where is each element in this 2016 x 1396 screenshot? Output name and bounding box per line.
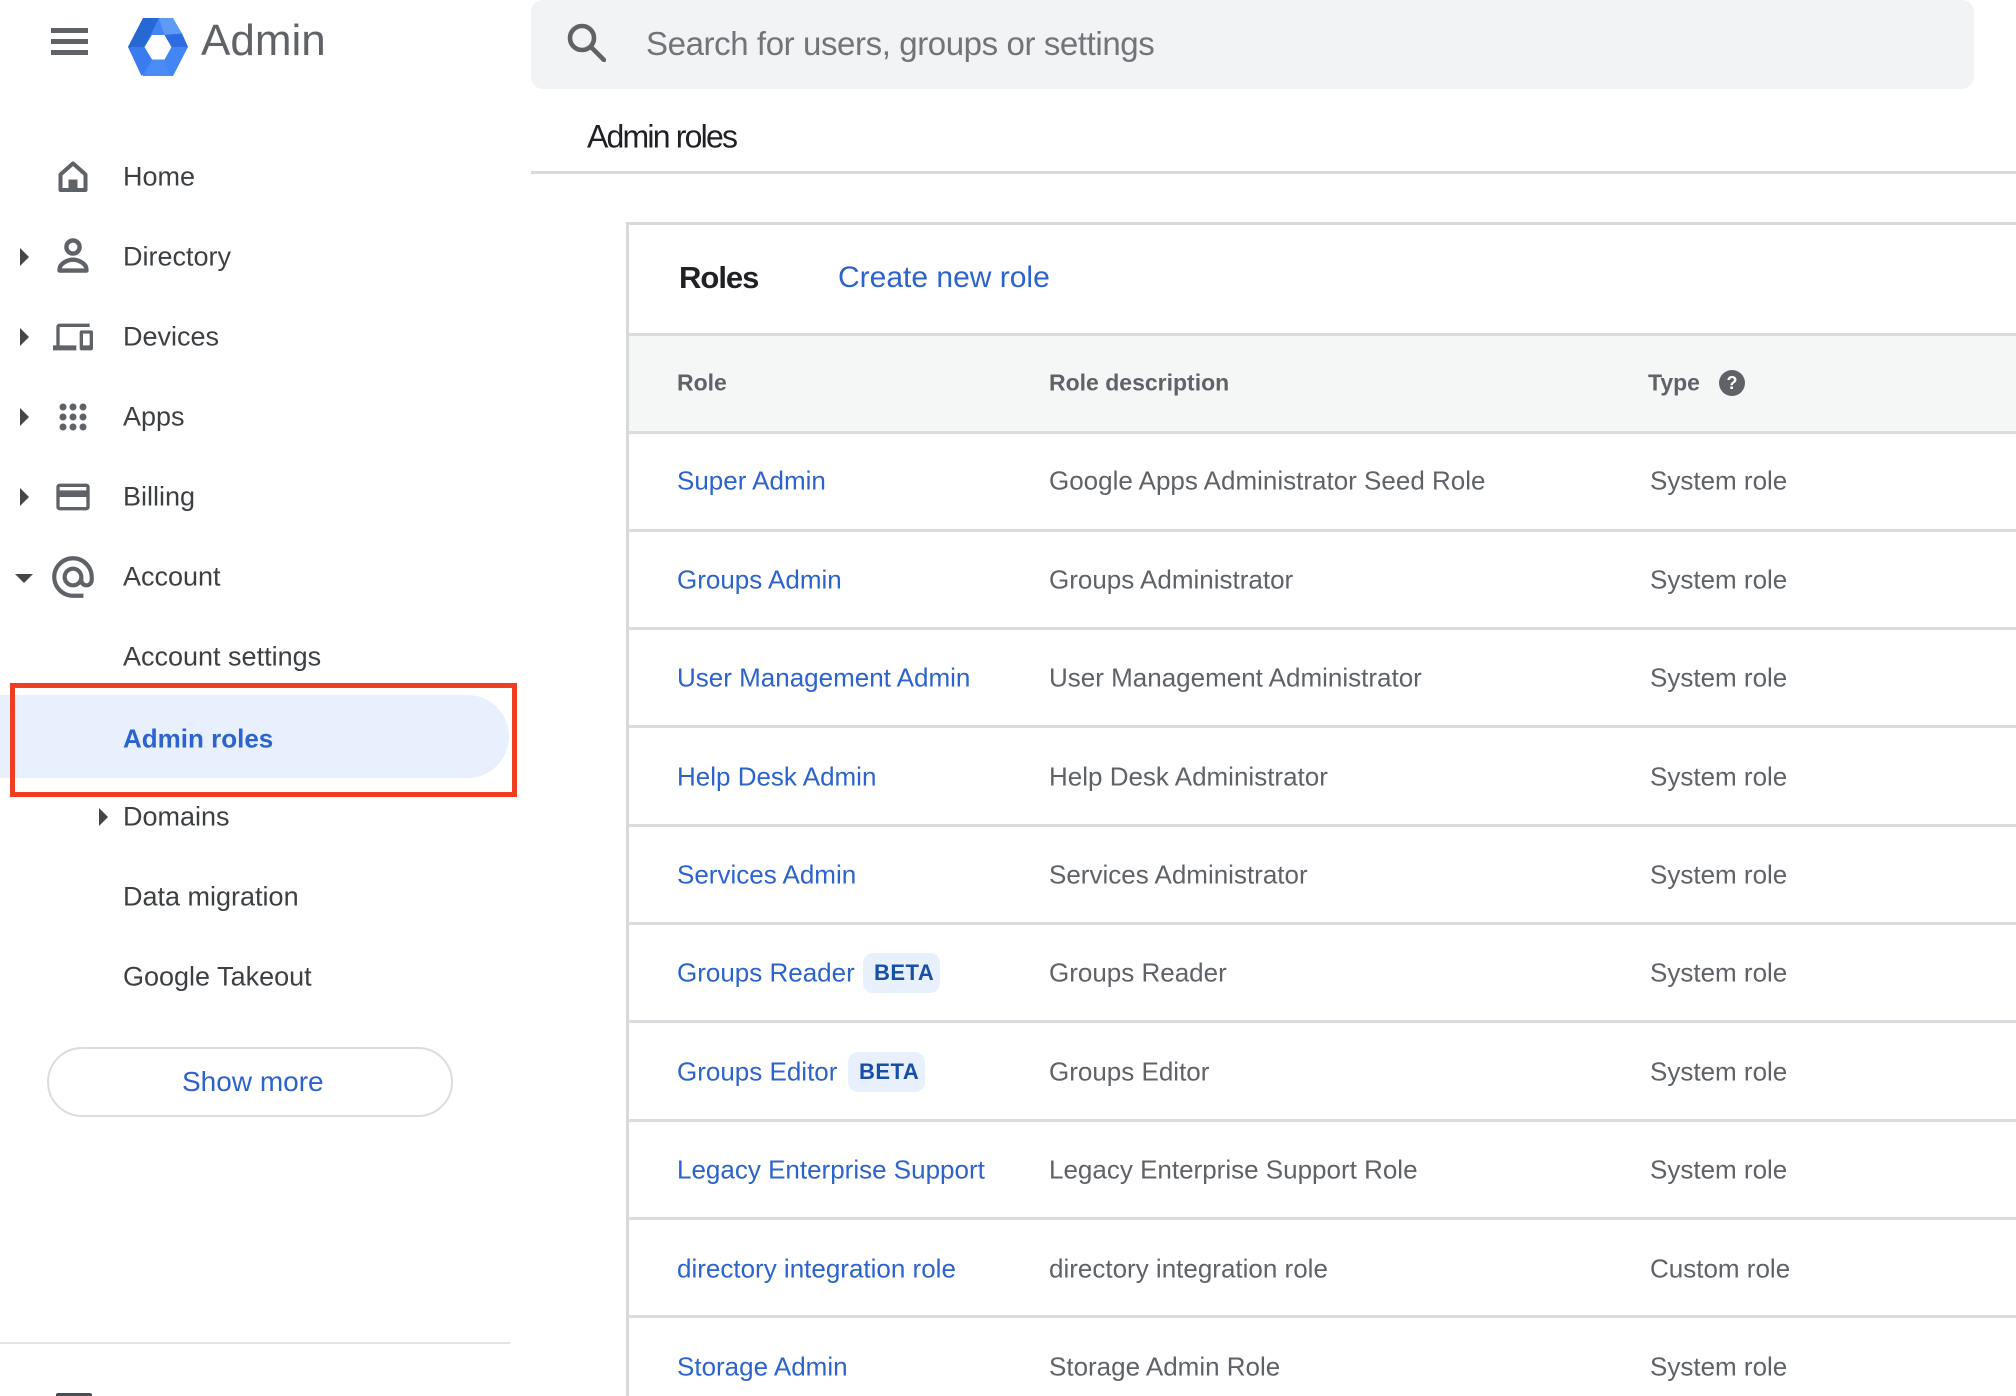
svg-text:?: ? xyxy=(1727,373,1738,393)
